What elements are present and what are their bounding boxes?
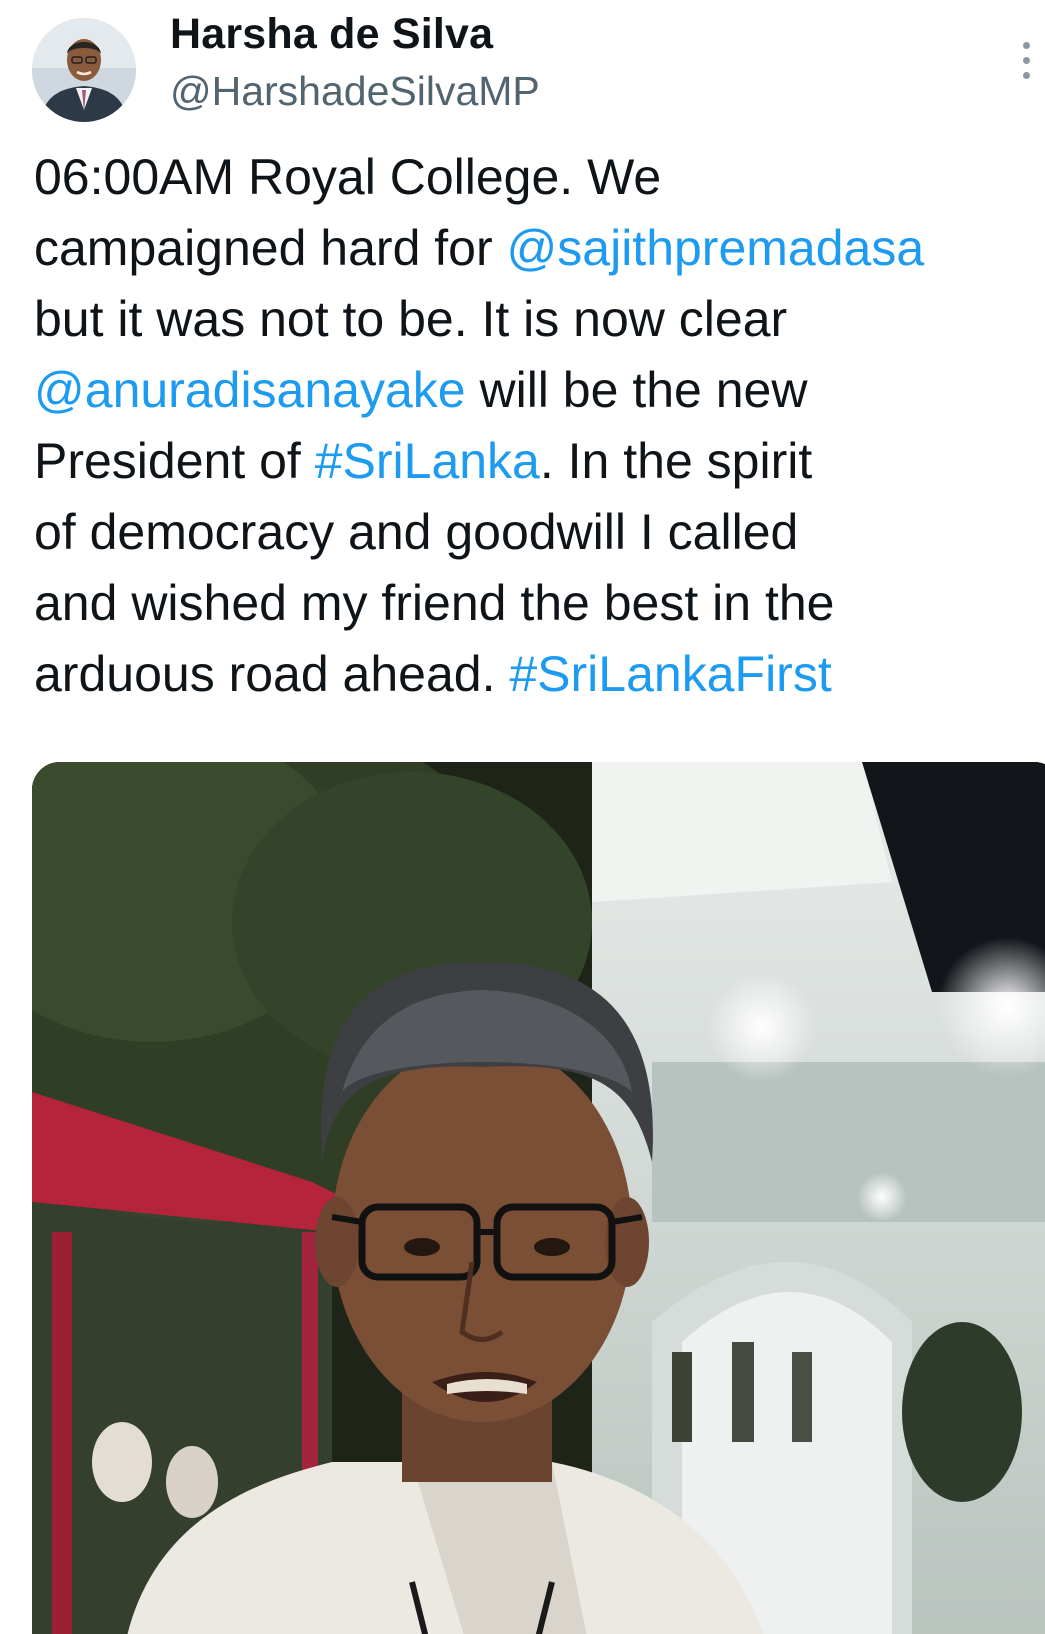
author-display-name[interactable]: Harsha de Silva — [170, 10, 493, 59]
tweet: Harsha de Silva @HarshadeSilvaMP 06:00AM… — [0, 0, 1045, 1634]
tweet-text-segment: and wished my friend the best in the — [34, 575, 835, 631]
tweet-photo[interactable] — [32, 762, 1045, 1634]
tweet-text-segment: but it was not to be. It is now clear — [34, 291, 788, 347]
tweet-line: arduous road ahead. #SriLankaFirst — [34, 639, 1034, 710]
tweet-line: @anuradisanayake will be the new — [34, 355, 1034, 426]
tweet-header: Harsha de Silva @HarshadeSilvaMP — [0, 0, 1045, 130]
mention-link[interactable]: @sajithpremadasa — [507, 220, 925, 276]
tweet-line: campaigned hard for @sajithpremadasa — [34, 213, 1034, 284]
tweet-text-segment: . In the spirit — [539, 433, 813, 489]
photo-illustration — [32, 762, 1045, 1634]
mention-link[interactable]: @anuradisanayake — [34, 362, 466, 418]
hashtag-link[interactable]: #SriLanka — [315, 433, 540, 489]
tweet-text-segment: of democracy and goodwill I called — [34, 504, 799, 560]
tweet-text-segment: arduous road ahead. — [34, 646, 510, 702]
avatar-photo — [32, 18, 136, 122]
tweet-line: but it was not to be. It is now clear — [34, 284, 1034, 355]
tweet-line: President of #SriLanka. In the spirit — [34, 426, 1034, 497]
tweet-text: 06:00AM Royal College. We campaigned har… — [34, 142, 1034, 710]
tweet-text-segment: campaigned hard for — [34, 220, 507, 276]
more-options-icon[interactable] — [1006, 36, 1045, 86]
author-avatar[interactable] — [32, 18, 136, 122]
tweet-text-segment: will be the new — [465, 362, 808, 418]
tweet-line: and wished my friend the best in the — [34, 568, 1034, 639]
author-handle[interactable]: @HarshadeSilvaMP — [170, 68, 540, 115]
tweet-line: of democracy and goodwill I called — [34, 497, 1034, 568]
tweet-text-segment: President of — [34, 433, 315, 489]
tweet-text-segment: 06:00AM Royal College. We — [34, 149, 662, 205]
hashtag-link[interactable]: #SriLankaFirst — [509, 646, 831, 702]
tweet-line: 06:00AM Royal College. We — [34, 142, 1034, 213]
